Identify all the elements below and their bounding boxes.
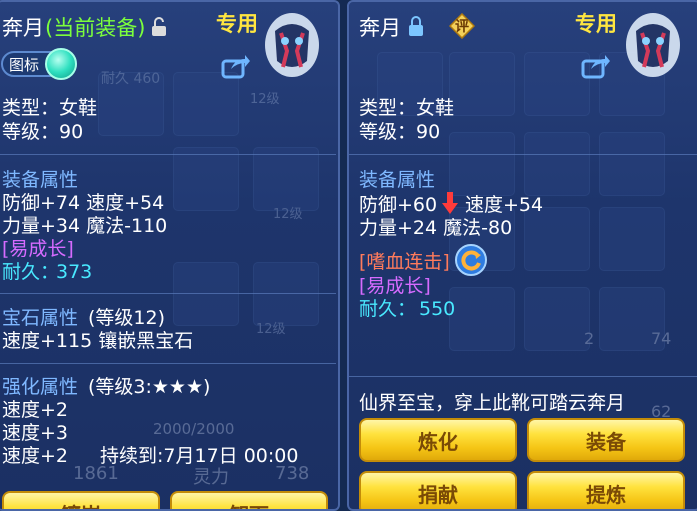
rate-label: 评: [455, 19, 469, 35]
item-level: 等级：90: [359, 121, 441, 143]
enhance-attr-header: 强化属性: [2, 376, 79, 398]
divider: [349, 154, 697, 155]
item-title-status: (当前装备): [45, 16, 146, 40]
exclusive-label: 专用: [575, 12, 617, 36]
growth-tag: [易成长]: [359, 275, 431, 297]
share-icon[interactable]: [580, 52, 612, 80]
attr-speed: 速度+54: [465, 194, 544, 216]
skill-tag[interactable]: [嗜血连击]: [359, 251, 450, 274]
remove-button[interactable]: 卸下: [170, 491, 328, 509]
item-type: 类型：女鞋: [359, 97, 455, 119]
donate-button[interactable]: 捐献: [359, 471, 517, 509]
lock-icon[interactable]: [407, 14, 425, 38]
gem-level: (等级12): [88, 307, 166, 329]
item-title: 奔月: [359, 16, 401, 40]
gem-attr-header: 宝石属性: [2, 307, 79, 329]
icon-toggle[interactable]: 图标: [1, 48, 77, 80]
boots-item-icon[interactable]: [621, 10, 685, 80]
extract-button[interactable]: 提炼: [527, 471, 685, 509]
gem-line: 速度+115 镶嵌黑宝石: [2, 330, 194, 352]
attr-line: 力量+24 魔法-80: [359, 217, 513, 239]
compare-equipment-panel: 2 74 62 奔月 评 专用 类型：女鞋 等级：90 装备属性 防御+60 速…: [347, 0, 697, 511]
bg-count: 2: [584, 329, 595, 348]
bg-durability: 耐久 460: [101, 71, 161, 87]
refresh-skill-icon[interactable]: [453, 242, 489, 278]
bg-slot-level: 12级: [256, 322, 286, 337]
item-title: 奔月: [2, 16, 44, 40]
enhance-level: (等级3:★★★): [88, 376, 211, 398]
boots-item-icon[interactable]: [260, 10, 324, 80]
durability-label: 耐久：: [359, 298, 417, 320]
attr-defense: 防御+60: [359, 194, 438, 216]
enhance-line: 速度+3: [2, 422, 69, 444]
equip-button[interactable]: 装备: [527, 418, 685, 462]
enhance-line: 速度+2: [2, 445, 69, 467]
durability-value: 550: [419, 298, 456, 320]
growth-tag: [易成长]: [2, 238, 74, 260]
divider: [349, 376, 697, 377]
rate-badge-icon[interactable]: 评: [449, 13, 475, 39]
equip-attr-header: 装备属性: [359, 169, 436, 191]
bg-count: 74: [651, 329, 672, 348]
enhance-duration: 持续到:7月17日 00:00: [100, 445, 299, 467]
share-icon[interactable]: [220, 52, 252, 80]
toggle-knob: [45, 48, 77, 80]
current-equipment-panel: 12级 12级 12级 耐久 460 2000/2000 1861 灵力 738…: [0, 0, 340, 511]
durability-value: 373: [56, 261, 93, 283]
inlay-button[interactable]: 镶嵌: [2, 491, 160, 509]
attr-line: 力量+34 魔法-110: [2, 215, 168, 237]
bg-bar-text: 2000/2000: [153, 420, 235, 438]
divider: [0, 293, 336, 294]
attr-line: 防御+74 速度+54: [2, 192, 165, 214]
durability-label: 耐久：: [2, 261, 60, 283]
item-level: 等级：90: [2, 121, 84, 143]
item-description: 仙界至宝，穿上此靴可踏云奔月: [359, 392, 626, 414]
bg-slot-level: 12级: [250, 92, 280, 107]
item-type: 类型：女鞋: [2, 97, 98, 119]
down-arrow-icon: [440, 190, 460, 216]
exclusive-label: 专用: [216, 12, 258, 36]
enhance-line: 速度+2: [2, 399, 69, 421]
toggle-label: 图标: [9, 56, 40, 74]
refine-button[interactable]: 炼化: [359, 418, 517, 462]
equip-attr-header: 装备属性: [2, 169, 79, 191]
bg-slot-level: 12级: [273, 207, 303, 222]
divider: [0, 363, 336, 364]
unlock-icon[interactable]: [150, 16, 168, 38]
divider: [0, 154, 336, 155]
